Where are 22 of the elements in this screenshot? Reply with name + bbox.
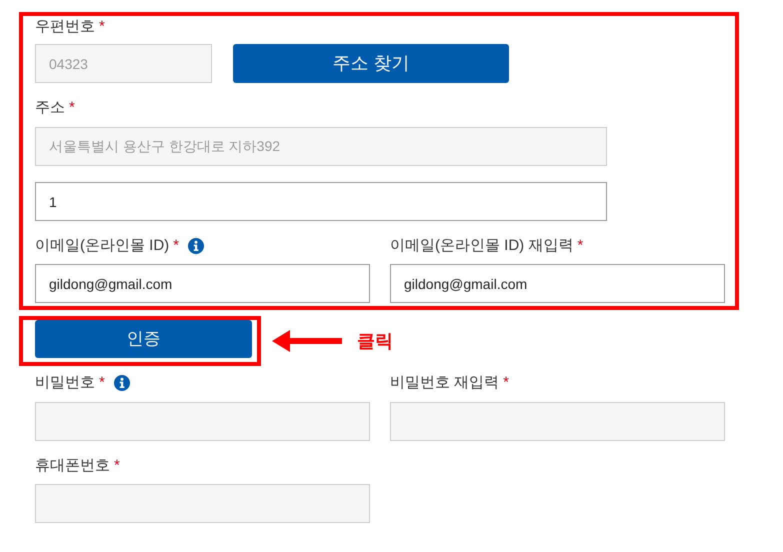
required-mark: * <box>69 98 75 118</box>
required-mark: * <box>99 16 105 37</box>
field-label: 비밀번호 재입력 <box>390 372 500 393</box>
input-field[interactable]: gildong@gmail.com <box>390 264 725 303</box>
find-address-button[interactable]: 주소 찾기 <box>233 44 509 83</box>
input-field[interactable]: 1 <box>35 182 607 221</box>
required-mark: * <box>503 372 510 393</box>
field-label: 주소 <box>35 98 65 118</box>
input-field[interactable]: gildong@gmail.com <box>35 264 370 303</box>
field-label: 휴대폰번호 <box>35 456 110 476</box>
required-mark: * <box>114 456 120 476</box>
info-icon[interactable] <box>188 238 204 254</box>
verify-button[interactable]: 인증 <box>35 320 252 358</box>
field-label: 이메일(온라인몰 ID) 재입력 <box>390 236 574 256</box>
field-label: 이메일(온라인몰 ID) <box>35 236 170 256</box>
field-label: 우편번호 <box>35 16 95 37</box>
click-annotation: 클릭 <box>357 330 393 352</box>
required-mark: * <box>577 236 584 256</box>
required-mark: * <box>99 372 105 393</box>
field-label: 비밀번호 <box>35 372 95 393</box>
arrow-icon <box>272 330 342 352</box>
required-mark: * <box>173 236 180 256</box>
